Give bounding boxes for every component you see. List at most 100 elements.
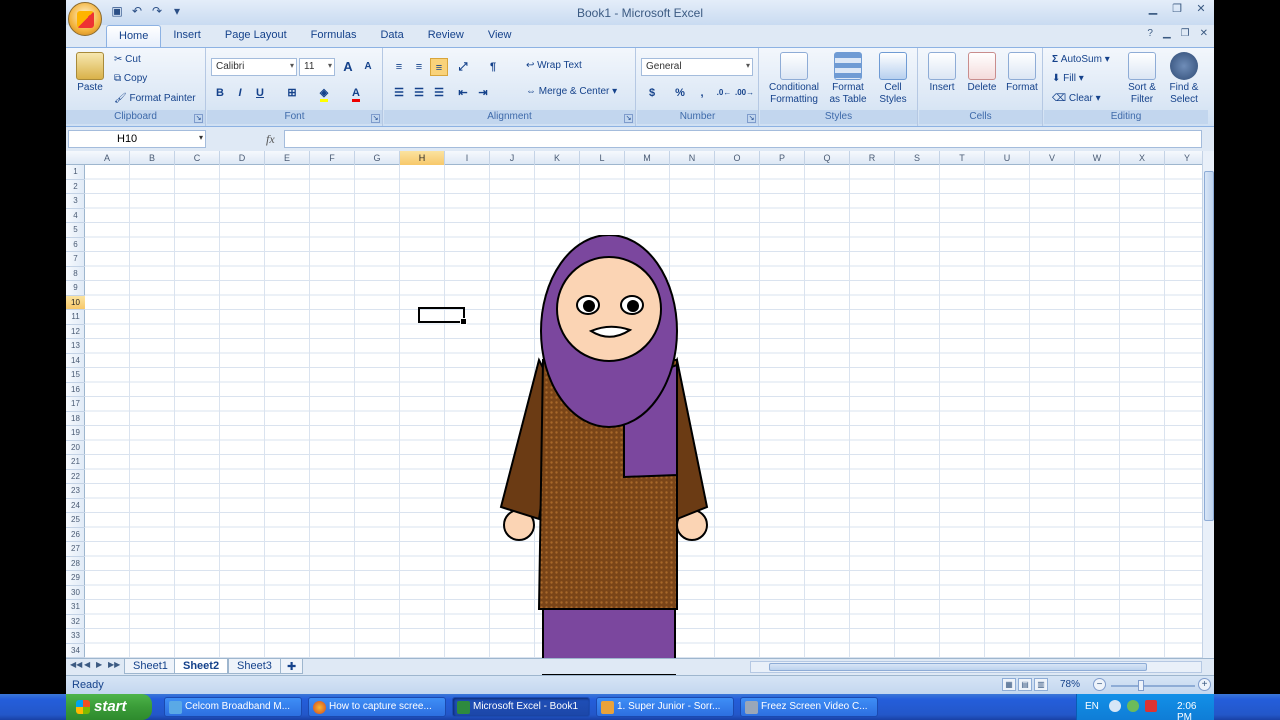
delete-cells-button[interactable]: Delete <box>963 52 1001 94</box>
row-header[interactable]: 12 <box>66 325 85 339</box>
tab-review[interactable]: Review <box>416 25 476 47</box>
comma-button[interactable]: , <box>693 84 711 102</box>
row-header[interactable]: 13 <box>66 339 85 354</box>
prev-sheet-icon[interactable]: ◀ <box>84 660 90 669</box>
column-header[interactable]: J <box>490 151 535 165</box>
formula-input[interactable] <box>284 130 1202 148</box>
format-painter-button[interactable]: 🖌 Format Painter <box>114 93 196 104</box>
increase-decimal-button[interactable]: .0← <box>715 84 733 102</box>
middle-align-button[interactable]: ≡ <box>410 58 428 76</box>
row-header[interactable]: 6 <box>66 238 85 252</box>
task-excel[interactable]: Microsoft Excel - Book1 <box>452 697 590 717</box>
row-header[interactable]: 10 <box>66 295 85 310</box>
row-header[interactable]: 3 <box>66 194 85 209</box>
task-recorder[interactable]: Freez Screen Video C... <box>740 697 878 717</box>
column-header[interactable]: A <box>85 151 130 165</box>
row-header[interactable]: 7 <box>66 252 85 267</box>
format-cells-button[interactable]: Format <box>1003 52 1041 94</box>
column-header[interactable]: H <box>400 151 445 165</box>
paste-button[interactable]: Paste <box>72 52 108 94</box>
column-header[interactable]: S <box>895 151 940 165</box>
column-header[interactable]: G <box>355 151 400 165</box>
row-header[interactable]: 31 <box>66 600 85 615</box>
grow-font-button[interactable]: A <box>339 58 357 76</box>
column-header[interactable]: D <box>220 151 265 165</box>
doc-minimize-icon[interactable]: ▁ <box>1163 28 1171 39</box>
column-header[interactable]: M <box>625 151 670 165</box>
tab-data[interactable]: Data <box>368 25 415 47</box>
column-header[interactable]: P <box>760 151 805 165</box>
cut-button[interactable]: ✂ Cut <box>114 54 141 65</box>
first-sheet-icon[interactable]: ◀◀ <box>70 660 82 669</box>
bottom-align-button[interactable]: ≡ <box>430 58 448 76</box>
doc-restore-icon[interactable]: ❐ <box>1181 28 1190 39</box>
horizontal-scroll-thumb[interactable] <box>769 663 1147 671</box>
row-header[interactable]: 16 <box>66 383 85 397</box>
cell-area[interactable] <box>85 165 1202 675</box>
decrease-decimal-button[interactable]: .00→ <box>735 84 754 102</box>
zoom-level[interactable]: 78% <box>1060 679 1080 690</box>
column-header[interactable]: I <box>445 151 490 165</box>
shrink-font-button[interactable]: A <box>359 58 377 76</box>
align-left-button[interactable]: ☰ <box>390 84 408 102</box>
column-header[interactable]: O <box>715 151 760 165</box>
underline-button[interactable]: U <box>251 84 269 102</box>
column-header[interactable]: X <box>1120 151 1165 165</box>
row-header[interactable]: 21 <box>66 455 85 470</box>
zoom-in-icon[interactable]: + <box>1198 678 1211 691</box>
last-sheet-icon[interactable]: ▶▶ <box>108 660 120 669</box>
row-header[interactable]: 29 <box>66 571 85 586</box>
column-header[interactable]: T <box>940 151 985 165</box>
task-music[interactable]: 1. Super Junior - Sorr... <box>596 697 734 717</box>
row-header[interactable]: 14 <box>66 354 85 368</box>
align-center-button[interactable]: ☰ <box>410 84 428 102</box>
page-layout-view-icon[interactable]: ▤ <box>1018 678 1032 691</box>
row-header[interactable]: 28 <box>66 557 85 571</box>
decrease-indent-button[interactable]: ⇤ <box>454 84 472 102</box>
task-celcom[interactable]: Celcom Broadband M... <box>164 697 302 717</box>
column-header[interactable]: U <box>985 151 1030 165</box>
font-launcher-icon[interactable]: ↘ <box>371 114 380 123</box>
autosum-button[interactable]: Σ AutoSum ▾ <box>1052 54 1110 65</box>
percent-button[interactable]: % <box>671 84 689 102</box>
column-header[interactable]: R <box>850 151 895 165</box>
normal-view-icon[interactable]: ▦ <box>1002 678 1016 691</box>
row-header[interactable]: 22 <box>66 470 85 484</box>
insert-function-icon[interactable]: fx <box>266 132 275 147</box>
insert-sheet-icon[interactable]: ✚ <box>280 659 304 674</box>
active-cell[interactable] <box>418 307 467 325</box>
restore-icon[interactable]: ❐ <box>1170 3 1184 15</box>
volume-icon[interactable] <box>1109 700 1121 712</box>
row-header[interactable]: 26 <box>66 528 85 542</box>
antivirus-icon[interactable] <box>1145 700 1157 712</box>
wrap-text-button[interactable]: ↩ Wrap Text <box>526 60 582 71</box>
row-header[interactable]: 32 <box>66 615 85 629</box>
column-header[interactable]: F <box>310 151 355 165</box>
copy-button[interactable]: ⧉ Copy <box>114 73 147 84</box>
row-header[interactable]: 33 <box>66 629 85 644</box>
font-color-button[interactable]: A <box>347 84 365 102</box>
zoom-slider-thumb[interactable] <box>1138 680 1144 691</box>
bold-button[interactable]: B <box>211 84 229 102</box>
page-break-view-icon[interactable]: ▥ <box>1034 678 1048 691</box>
row-header[interactable]: 4 <box>66 209 85 223</box>
doc-close-icon[interactable]: ✕ <box>1200 28 1208 39</box>
conditional-formatting-button[interactable]: Conditional Formatting <box>764 52 824 106</box>
hijab-girl-clipart[interactable] <box>499 235 719 675</box>
close-icon[interactable]: ✕ <box>1194 3 1208 15</box>
top-align-button[interactable]: ≡ <box>390 58 408 76</box>
tab-insert[interactable]: Insert <box>161 25 213 47</box>
row-header[interactable]: 24 <box>66 499 85 513</box>
sheet-tab-sheet1[interactable]: Sheet1 <box>124 659 177 674</box>
row-header[interactable]: 5 <box>66 223 85 238</box>
horizontal-scrollbar[interactable] <box>750 661 1202 673</box>
tab-page-layout[interactable]: Page Layout <box>213 25 299 47</box>
clear-button[interactable]: ⌫ Clear ▾ <box>1052 93 1101 104</box>
font-size-select[interactable]: 11 ▾ <box>299 58 335 76</box>
insert-cells-button[interactable]: Insert <box>923 52 961 94</box>
sheet-tab-sheet2[interactable]: Sheet2 <box>174 659 229 674</box>
column-header[interactable]: W <box>1075 151 1120 165</box>
row-header[interactable]: 19 <box>66 426 85 441</box>
zoom-out-icon[interactable]: − <box>1093 678 1106 691</box>
language-indicator[interactable]: EN <box>1085 701 1099 712</box>
